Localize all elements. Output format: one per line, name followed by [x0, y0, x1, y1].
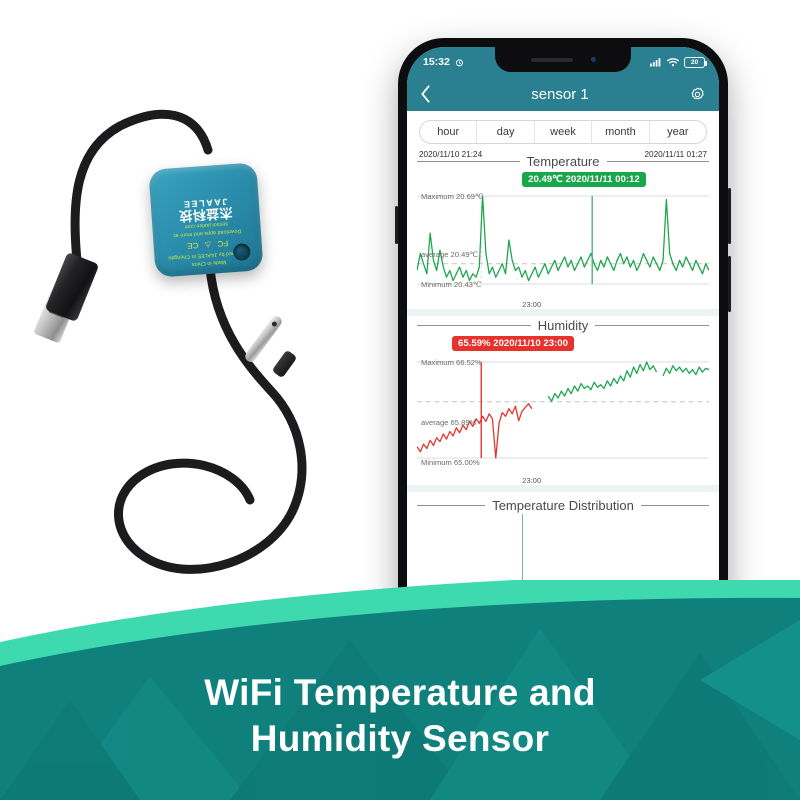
wifi-icon	[667, 58, 679, 67]
smartphone-mockup: 15:32 20 sensor 1 hour day week month ye…	[395, 38, 731, 638]
sensor-device: Made in China Designed by JAALEE in Chen…	[148, 162, 264, 278]
distribution-title: Temperature Distribution	[492, 498, 634, 513]
phone-volume-button[interactable]	[395, 206, 398, 244]
ce-icon: CE	[186, 240, 199, 251]
phone-notch	[495, 47, 631, 72]
banner-headline: WiFi Temperature and Humidity Sensor	[0, 670, 800, 763]
tab-hour[interactable]: hour	[420, 121, 478, 143]
humidity-title: Humidity	[537, 318, 589, 333]
tab-year[interactable]: year	[650, 121, 706, 143]
temperature-cursor-callout: 20.49℃ 2020/11/11 00:12	[522, 172, 646, 187]
temperature-avg-label: average 20.49℃	[421, 250, 479, 259]
humidity-xtick: 23:00	[522, 476, 542, 485]
device-brand-en: JAALEE	[181, 196, 228, 210]
battery-level: 20	[690, 58, 699, 66]
temperature-title: Temperature	[526, 154, 600, 169]
humidity-chart[interactable]: 65.59% 2020/11/10 23:00 Maximum 66.52% a…	[417, 334, 709, 485]
rule-right	[606, 161, 710, 162]
section-divider	[407, 309, 719, 316]
rule-right	[640, 505, 709, 506]
status-bar: 15:32 20	[407, 47, 719, 77]
back-chevron-icon[interactable]	[420, 85, 431, 103]
product-photo: Made in China Designed by JAALEE in Chen…	[0, 0, 420, 640]
rule-left	[417, 325, 531, 326]
charts-container: 2020/11/10 21:24 2020/11/11 01:27 Temper…	[407, 150, 719, 584]
distribution-section-title: Temperature Distribution	[417, 498, 709, 513]
alarm-icon	[455, 58, 463, 66]
temperature-plot-svg	[417, 195, 709, 285]
humidity-cursor-callout: 65.59% 2020/11/10 23:00	[452, 336, 574, 351]
product-marketing-image: Made in China Designed by JAALEE in Chen…	[0, 0, 800, 800]
range-start: 2020/11/10 21:24	[419, 150, 483, 159]
earpiece-speaker	[530, 57, 573, 62]
range-end: 2020/11/11 01:27	[644, 150, 707, 159]
tab-week[interactable]: week	[535, 121, 593, 143]
humidity-max-label: Maximum 66.52%	[421, 358, 482, 367]
tab-month[interactable]: month	[592, 121, 650, 143]
phone-screen: 15:32 20 sensor 1 hour day week month ye…	[407, 47, 719, 629]
status-time: 15:32	[423, 56, 450, 68]
rule-left	[417, 161, 520, 162]
temperature-min-label: Minimum 20.43℃	[421, 280, 482, 289]
cellular-icon	[650, 58, 661, 67]
promo-banner: WiFi Temperature and Humidity Sensor	[0, 573, 800, 800]
distribution-chart[interactable]	[417, 514, 709, 584]
rule-right	[595, 325, 710, 326]
humidity-min-label: Minimum 65.00%	[421, 458, 480, 467]
rule-left	[417, 505, 486, 506]
page-title: sensor 1	[531, 85, 589, 103]
app-navbar: sensor 1	[407, 77, 719, 111]
temperature-chart[interactable]: 20.49℃ 2020/11/11 00:12 Maximum 20.69℃ a…	[417, 170, 709, 309]
gear-icon[interactable]	[689, 86, 706, 103]
warning-icon: ⚠	[204, 239, 212, 250]
tab-day[interactable]: day	[477, 121, 535, 143]
distribution-cursor-line	[522, 514, 524, 582]
battery-icon: 20	[684, 56, 707, 68]
fcc-icon: FC	[217, 238, 229, 249]
temperature-xtick: 23:00	[522, 300, 542, 309]
section-divider-2	[407, 485, 719, 492]
banner-line-2: Humidity Sensor	[250, 717, 550, 759]
humidity-section-title: Humidity	[417, 318, 710, 333]
front-camera	[590, 57, 596, 62]
period-tab-bar[interactable]: hour day week month year	[419, 120, 707, 144]
humidity-plot-svg	[417, 361, 709, 459]
humidity-avg-label: average 65.89%	[421, 418, 477, 427]
banner-line-1: WiFi Temperature and	[204, 671, 596, 713]
temperature-max-label: Maximum 20.69℃	[421, 192, 484, 201]
